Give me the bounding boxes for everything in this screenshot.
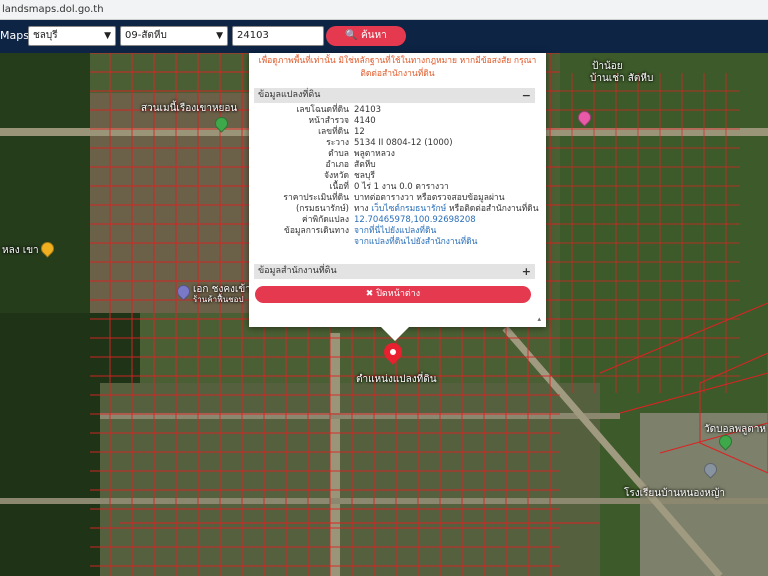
search-button[interactable]: 🔍 ค้นหา — [326, 26, 406, 46]
chevron-down-icon: ▼ — [104, 31, 111, 41]
chevron-down-icon: ▼ — [216, 31, 223, 41]
detail-value: 12 — [354, 127, 365, 137]
detail-label: หน้าสำรวจ — [308, 116, 349, 126]
detail-row: อำเภอ สัตหีบ — [254, 160, 535, 171]
ekachai-sub-label: ร้านค้าฟื้นชอป — [193, 295, 244, 304]
search-button-label: ค้นหา — [360, 30, 387, 41]
detail-row: เลขที่ดิน 12 — [254, 127, 535, 138]
disclaimer-notice: เพื่อดูภาพพื้นที่เท่านั้น มิใช่หลักฐานที… — [249, 53, 546, 85]
parcel-info-popup: เพื่อดูภาพพื้นที่เท่านั้น มิใช่หลักฐานที… — [249, 53, 546, 341]
detail-value: 4140 — [354, 116, 376, 126]
browser-url-bar[interactable]: landsmaps.dol.go.th — [0, 0, 768, 20]
school-label: โรงเรียนบ้านหนองหญ้า — [624, 488, 725, 499]
park-label: สวนเมนี้เรืองเขาหยอน — [141, 103, 238, 114]
detail-label: เนื้อที่ — [329, 182, 349, 192]
detail-row: ค่าพิกัดแปลง 12.70465978,100.92698208 — [254, 215, 535, 226]
detail-value: พลูตาหลวง — [354, 149, 395, 159]
detail-row: ราคาประเมินที่ดิน บาทต่อตารางวา หรือตรวจส… — [254, 193, 535, 204]
detail-label: เลขที่ดิน — [318, 127, 349, 137]
detail-row: (กรมธนารักษ์) ทาง เว็บไซต์กรมธนารักษ์ หรื… — [254, 204, 539, 215]
collapse-icon[interactable]: − — [522, 88, 531, 103]
detail-label: ตำบล — [328, 149, 349, 159]
detail-label: (กรมธนารักษ์) — [295, 204, 349, 214]
url-text: landsmaps.dol.go.th — [2, 4, 104, 15]
amphoe-select[interactable]: 09-สัตหีบ ▼ — [120, 26, 228, 46]
parcel-number-value: 24103 — [237, 30, 269, 41]
detail-label: ค่าพิกัดแปลง — [302, 215, 349, 225]
value-suffix: หรือติดต่อสำนักงานที่ดิน — [446, 204, 539, 214]
coordinates-link[interactable]: 12.70465978,100.92698208 — [354, 215, 476, 226]
temple-label: วัดบอลพลูตาห — [704, 424, 767, 435]
treasury-website-link[interactable]: เว็บไซต์กรมธนารักษ์ — [371, 204, 446, 214]
detail-value: 5134 II 0804-12 (1000) — [354, 138, 453, 148]
parcel-section-title: ข้อมูลแปลงที่ดิน — [258, 90, 321, 100]
detail-row: หน้าสำรวจ 4140 — [254, 116, 535, 127]
detail-label: ระวาง — [326, 138, 349, 148]
detail-value: บาทต่อตารางวา หรือตรวจสอบข้อมูลผ่าน — [354, 193, 505, 203]
detail-row: ข้อมูลการเดินทาง จากที่นี่ไปยังแปลงที่ดิน — [254, 226, 535, 237]
detail-row: ระวาง 5134 II 0804-12 (1000) — [254, 138, 535, 149]
amphoe-value: 09-สัตหีบ — [125, 30, 167, 41]
parcel-position-label: ตำแหน่งแปลงที่ดิน — [356, 374, 437, 385]
detail-row: จากแปลงที่ดินไปยังสำนักงานที่ดิน — [254, 237, 535, 248]
detail-value: 24103 — [354, 105, 382, 115]
office-section-title: ข้อมูลสำนักงานที่ดิน — [258, 266, 337, 276]
detail-row: เลขโฉนดที่ดิน 24103 — [254, 105, 535, 116]
detail-value: สัตหีบ — [354, 160, 376, 170]
detail-value: ชลบุรี — [354, 171, 375, 181]
parcel-details: เลขโฉนดที่ดิน 24103 หน้าสำรวจ 4140 เลขที่ด… — [254, 105, 539, 248]
detail-label: ข้อมูลการเดินทาง — [284, 226, 349, 236]
detail-value: ทาง เว็บไซต์กรมธนารักษ์ หรือติดต่อสำนักง… — [354, 204, 539, 215]
nong-khao-label: หลง เขา — [2, 245, 39, 256]
close-popup-button[interactable]: ✖ ปิดหน้าต่าง — [255, 286, 531, 303]
expand-icon[interactable]: + — [522, 264, 531, 279]
detail-value: 0 ไร่ 1 งาน 0.0 ตารางวา — [354, 182, 449, 192]
disclaimer-line: ติดต่อสำนักงานที่ดิน — [360, 69, 435, 79]
province-select[interactable]: ชลบุรี ▼ — [28, 26, 116, 46]
detail-row: จังหวัด ชลบุรี — [254, 171, 535, 182]
disclaimer-line: เพื่อดูภาพพื้นที่เท่านั้น มิใช่หลักฐานที… — [258, 56, 537, 66]
parcel-section-header[interactable]: ข้อมูลแปลงที่ดิน − — [254, 88, 535, 103]
detail-label: ราคาประเมินที่ดิน — [283, 193, 349, 203]
scroll-handle[interactable]: ▴ — [537, 315, 541, 323]
detail-label: เลขโฉนดที่ดิน — [296, 105, 349, 115]
office-section-header[interactable]: ข้อมูลสำนักงานที่ดิน + — [254, 264, 535, 279]
brand-label: Maps — [0, 29, 29, 42]
directions-to-parcel-link[interactable]: จากที่นี่ไปยังแปลงที่ดิน — [354, 226, 436, 237]
detail-row: เนื้อที่ 0 ไร่ 1 งาน 0.0 ตารางวา — [254, 182, 535, 193]
detail-row: ตำบล พลูตาหลวง — [254, 149, 535, 160]
search-icon: 🔍 — [345, 30, 358, 41]
parcel-number-input[interactable]: 24103 — [232, 26, 324, 46]
directions-to-office-link[interactable]: จากแปลงที่ดินไปยังสำนักงานที่ดิน — [354, 237, 477, 248]
detail-label: จังหวัด — [323, 171, 349, 181]
detail-label: อำเภอ — [325, 160, 350, 170]
province-value: ชลบุรี — [33, 30, 58, 41]
baan-khao-label: บ้านเช่า สัตหีบ — [590, 73, 654, 84]
value-prefix: ทาง — [354, 204, 372, 214]
search-toolbar: Maps ชลบุรี ▼ 09-สัตหีบ ▼ 24103 🔍 ค้นหา — [0, 20, 768, 53]
